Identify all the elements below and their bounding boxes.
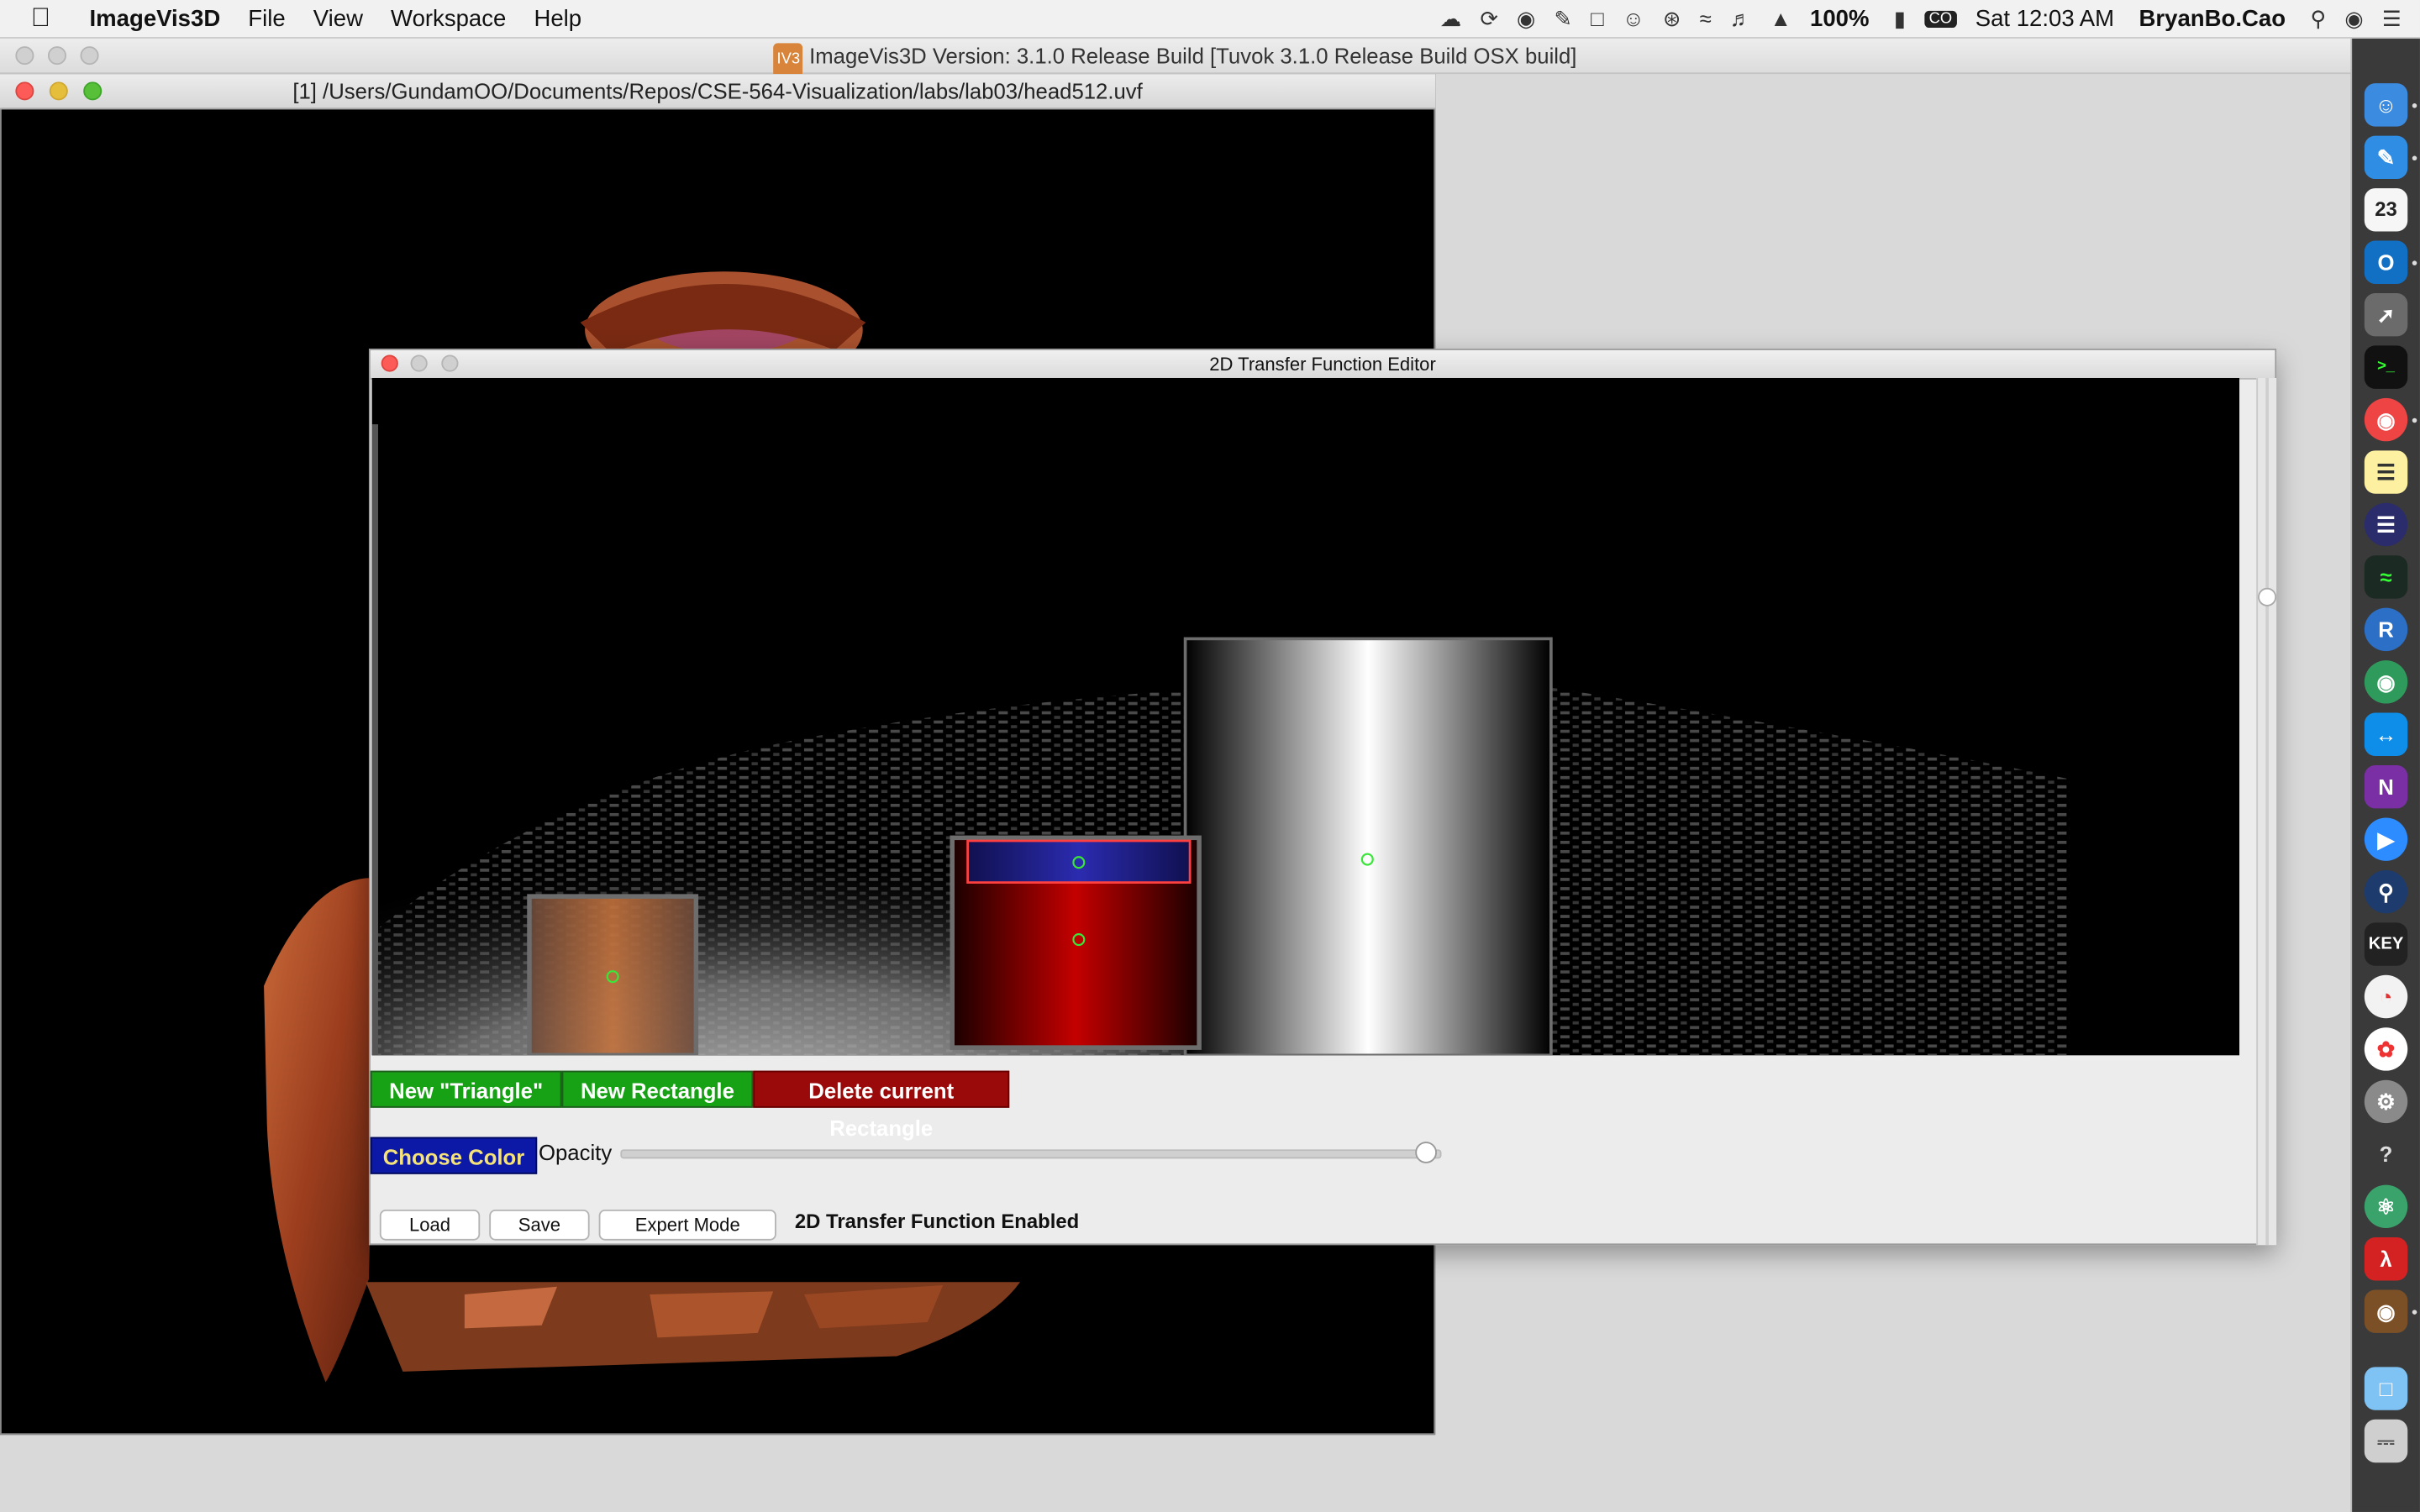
calendar-icon[interactable]: 23 (2364, 188, 2408, 232)
render-window-titlebar: [1] /Users/GundamOO/Documents/Repos/CSE-… (0, 74, 1436, 110)
main-zoom-button[interactable] (80, 46, 99, 66)
tfe-titlebar: 2D Transfer Function Editor (370, 349, 2275, 380)
airplay-icon[interactable]: ▲ (1770, 6, 1791, 30)
main-window-title: ImageVis3D Version: 3.1.0 Release Build … (809, 43, 1577, 68)
main-close-button[interactable] (15, 46, 34, 66)
render-zoom-button[interactable] (83, 81, 103, 101)
window-icon[interactable]: □ (1591, 6, 1604, 30)
spotlight-icon[interactable]: ⚲ (2310, 5, 2326, 31)
photos-icon[interactable]: ✿ (2364, 1027, 2408, 1071)
pen-menu-icon[interactable]: ✎ (1555, 5, 1573, 31)
onenote-icon[interactable]: N (2364, 765, 2408, 809)
tfe-minimize-button[interactable] (410, 354, 428, 372)
render-window-title: [1] /Users/GundamOO/Documents/Repos/CSE-… (292, 78, 1143, 104)
dock: ☺ ✎ 23 O ➚ >_ ◉ ☰ ☰ ≈ R ◉ ↔ N ▶ ⚲ KEY ◔ … (2352, 38, 2420, 1512)
new-rectangle-button[interactable]: New Rectangle (561, 1070, 754, 1108)
bluetooth-icon[interactable]: ⊛ (1663, 5, 1681, 31)
zoom-icon[interactable]: ▶ (2364, 817, 2408, 861)
clock[interactable]: Sat 12:03 AM (1975, 5, 2114, 31)
activity-monitor-icon[interactable]: ≈ (2364, 555, 2408, 599)
running-indicator (2412, 103, 2417, 108)
menu-help[interactable]: Help (534, 5, 581, 31)
menu-workspace[interactable]: Workspace (391, 5, 506, 31)
input-source-icon[interactable]: CO (1924, 9, 1957, 28)
delete-rectangle-button[interactable]: Delete current Rectangle (753, 1070, 1010, 1140)
new-triangle-button[interactable]: New "Triangle" (370, 1070, 562, 1108)
disk-icon[interactable]: ◔ (2364, 974, 2408, 1019)
app-menu[interactable]: ImageVis3D (90, 5, 221, 31)
settings-icon[interactable]: ⚙ (2364, 1079, 2408, 1124)
pen-icon[interactable]: ✎ (2364, 135, 2408, 180)
running-indicator (2412, 417, 2417, 423)
eclipse-icon[interactable]: ☰ (2364, 502, 2408, 547)
render-minimize-button[interactable] (49, 81, 68, 101)
notes-icon[interactable]: ☰ (2364, 450, 2408, 494)
user-name[interactable]: BryanBo.Cao (2139, 5, 2286, 31)
volume-icon[interactable]: ♬ (1730, 6, 1752, 30)
launchpad-icon[interactable]: ➚ (2364, 292, 2408, 337)
accessibility-icon[interactable]: ☺ (1623, 6, 1644, 30)
finder-icon[interactable]: ☺ (2364, 83, 2408, 127)
running-indicator (2412, 260, 2417, 265)
sync-icon[interactable]: ⟳ (1480, 5, 1498, 31)
teamviewer-icon[interactable]: ↔ (2364, 712, 2408, 756)
apple-icon[interactable]:  (31, 3, 62, 34)
scrollbar-thumb[interactable] (2258, 587, 2277, 606)
outlook-icon[interactable]: O (2364, 240, 2408, 284)
choose-color-button[interactable]: Choose Color (370, 1137, 538, 1174)
vertical-scrollbar[interactable] (2256, 377, 2277, 1246)
scrollbar-track (2265, 377, 2269, 1246)
main-minimize-button[interactable] (47, 46, 66, 66)
trash-icon[interactable]: ⎓ (2364, 1419, 2408, 1463)
menu-bar:  ImageVis3D File View Workspace Help ☁ … (0, 0, 2420, 39)
opacity-label: Opacity (539, 1140, 613, 1165)
tfe-title: 2D Transfer Function Editor (1209, 353, 1436, 375)
expert-mode-button[interactable]: Expert Mode (598, 1209, 776, 1241)
creative-cloud-icon[interactable]: ☁ (1440, 5, 1462, 31)
battery-icon[interactable]: ▮ (1894, 5, 1906, 31)
siri-icon[interactable]: ◉ (2344, 5, 2363, 31)
browser-icon[interactable]: ◉ (2364, 660, 2408, 704)
tfe-zoom-button[interactable] (441, 354, 459, 372)
menu-view[interactable]: View (313, 5, 363, 31)
transfer-function-status: 2D Transfer Function Enabled (794, 1209, 1080, 1233)
help-icon[interactable]: ? (2365, 1132, 2407, 1175)
running-indicator (2412, 155, 2417, 161)
chrome-remote-icon[interactable]: ◉ (1517, 5, 1535, 31)
notification-center-icon[interactable]: ☰ (2382, 5, 2402, 31)
histogram-canvas[interactable] (371, 377, 2240, 1056)
menu-file[interactable]: File (248, 5, 285, 31)
imagevis3d-icon[interactable]: ◉ (2364, 1289, 2408, 1333)
wifi-icon[interactable]: ≈ (1700, 6, 1712, 30)
histogram-plot (371, 377, 2240, 1056)
shape-button-row: New "Triangle" New Rectangle Delete curr… (370, 1070, 1010, 1140)
app-logo-icon: IV3 (773, 43, 803, 77)
transfer-function-editor: 2D Transfer Function Editor New "Triangl… (368, 349, 2277, 1246)
acrobat-icon[interactable]: λ (2364, 1237, 2408, 1281)
terminal-icon[interactable]: >_ (2364, 345, 2408, 389)
folder-icon[interactable]: □ (2364, 1367, 2408, 1410)
r-icon[interactable]: R (2364, 607, 2408, 652)
quicktime-icon[interactable]: ⚲ (2364, 869, 2408, 914)
battery-percent[interactable]: 100% (1810, 5, 1869, 31)
running-indicator (2412, 1310, 2417, 1315)
main-window-titlebar: IV3 ImageVis3D Version: 3.1.0 Release Bui… (0, 38, 2351, 77)
save-button[interactable]: Save (489, 1209, 590, 1241)
tfe-close-button[interactable] (381, 354, 398, 372)
chrome-icon[interactable]: ◉ (2364, 397, 2408, 442)
status-area: ☁ ⟳ ◉ ✎ □ ☺ ⊛ ≈ ♬ ▲ 100% ▮ CO Sat 12:03 … (1440, 0, 2420, 37)
load-button[interactable]: Load (379, 1209, 481, 1241)
atom-icon[interactable]: ⚛ (2364, 1184, 2408, 1229)
keynote-icon[interactable]: KEY (2364, 922, 2408, 966)
render-close-button[interactable] (15, 81, 34, 101)
opacity-slider[interactable] (620, 1149, 1442, 1159)
opacity-slider-knob[interactable] (1415, 1142, 1437, 1163)
